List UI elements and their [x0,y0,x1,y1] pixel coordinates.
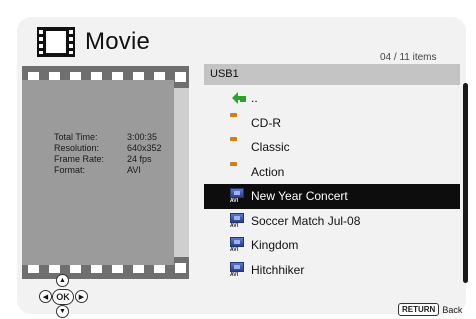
info-value: 640x352 [127,143,162,153]
film-icon [37,27,75,57]
list-item-file[interactable]: AVI Hitchhiker [204,258,460,283]
list-item-folder[interactable]: CD-R [204,111,460,136]
list-item-folder[interactable]: Classic [204,135,460,160]
title-text: Movie [85,28,151,55]
info-label: Format: [54,165,86,175]
ok-key[interactable]: OK [52,289,74,305]
list-item-selected[interactable]: AVI New Year Concert [204,184,460,209]
info-label: Resolution: [54,143,100,153]
return-key[interactable]: RETURN [398,303,440,316]
folder-icon [230,164,246,180]
info-row-resolution: Resolution: 640x352 [54,143,162,154]
folder-icon [230,115,246,131]
list-item-label: Soccer Match Jul-08 [251,213,361,228]
list-item-folder[interactable]: Action [204,160,460,185]
list-item-file[interactable]: AVI Soccer Match Jul-08 [204,209,460,234]
file-type-tag: AVI [230,222,238,229]
info-label: Total Time: [54,132,98,142]
media-info: Total Time: 3:00:35 Resolution: 640x352 … [54,132,162,176]
avi-file-icon: AVI [230,212,246,229]
list-item-label: .. [251,91,258,106]
avi-file-icon: AVI [230,261,246,278]
navigation-dpad: ▲ ◀ OK ▶ ▼ [39,272,109,318]
file-type-tag: AVI [230,247,238,254]
list-item-file[interactable]: AVI Kingdom [204,233,460,258]
info-value: 3:00:35 [127,132,158,142]
page-title: Movie [37,24,150,60]
list-item-label: Kingdom [251,238,299,253]
folder-icon [230,139,246,155]
list-scrollbar[interactable] [463,83,468,283]
info-row-format: Format: AVI [54,165,162,176]
list-item-parent[interactable]: .. [204,86,460,111]
avi-file-icon: AVI [230,188,246,204]
up-key-icon[interactable]: ▲ [56,274,69,287]
info-value: AVI [127,165,141,175]
left-key-icon[interactable]: ◀ [39,290,52,303]
list-item-label: New Year Concert [251,189,348,204]
avi-file-icon: AVI [230,237,246,253]
file-type-tag: AVI [230,198,238,205]
info-row-frame-rate: Frame Rate: 24 fps [54,154,162,165]
down-key-icon[interactable]: ▼ [56,305,69,318]
up-arrow-icon [230,90,246,106]
right-key-icon[interactable]: ▶ [75,290,88,303]
list-item-label: CD-R [251,115,281,130]
info-label: Frame Rate: [54,154,105,164]
source-header: USB1 [204,64,460,85]
file-type-tag: AVI [230,271,238,278]
list-item-label: Hitchhiker [251,262,305,277]
file-list: .. CD-R Classic Action AVI New Year Conc… [204,86,460,282]
info-row-total-time: Total Time: 3:00:35 [54,132,162,143]
list-item-label: Action [251,164,285,179]
list-item-label: Classic [251,140,290,155]
return-action-label: Back [442,304,463,315]
item-count: 04 / 11 items [380,52,437,63]
info-value: 24 fps [127,154,152,164]
return-hint[interactable]: RETURN Back [398,303,462,316]
